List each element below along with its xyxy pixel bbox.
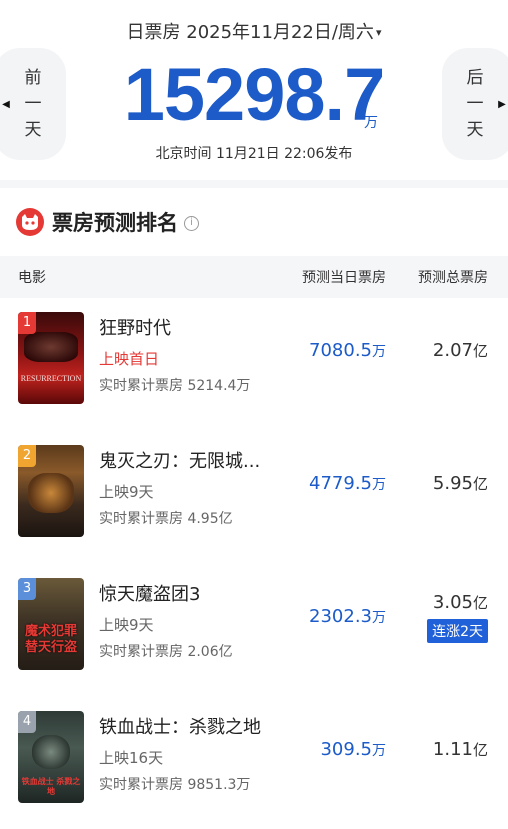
today-forecast: 309.5万: [320, 739, 386, 760]
date-selector[interactable]: 日票房 2025年11月22日/周六 ▾: [0, 18, 508, 44]
cumulative-box-office: 实时累计票房 9851.3万: [99, 777, 251, 793]
date-label: 日票房 2025年11月22日/周六: [126, 22, 374, 43]
movie-title: 狂野时代: [99, 318, 171, 339]
poster-text: 铁血战士 杀戮之地: [21, 777, 81, 796]
publish-time: 北京时间 11月21日 22:06发布: [155, 146, 353, 162]
maoyan-cat-logo-icon: [16, 208, 44, 236]
release-status: 上映9天: [99, 483, 154, 501]
rank-badge: 1: [18, 312, 36, 334]
movie-poster[interactable]: 2: [18, 445, 84, 537]
today-forecast: 4779.5万: [309, 473, 386, 494]
total-unit: 亿: [472, 475, 488, 493]
total-forecast: 1.11亿: [433, 739, 488, 760]
total-value: 1.11: [432, 739, 473, 760]
section-header: 票房预测排名 i: [0, 188, 508, 256]
rank-badge: 2: [18, 445, 36, 467]
info-icon[interactable]: i: [184, 216, 199, 231]
total-box-office: 15298.7: [123, 53, 386, 136]
box-office-page: 日票房 2025年11月22日/周六 ▾ ◀ 前一天 15298.7 万 北京时间…: [0, 0, 508, 829]
movie-title: 惊天魔盗团3: [99, 584, 201, 605]
rank-badge: 3: [18, 578, 36, 600]
today-unit: 万: [372, 477, 386, 493]
today-unit: 万: [372, 743, 386, 759]
total-value: 3.05: [432, 592, 473, 613]
movie-row[interactable]: 魔术犯罪 替天行盗 3 惊天魔盗团3 上映9天 实时累计票房 2.06亿 230…: [0, 564, 508, 697]
release-status: 上映16天: [99, 749, 164, 767]
release-status: 上映首日: [99, 350, 160, 368]
trend-badge: 连涨2天: [427, 619, 488, 643]
daily-summary: 日票房 2025年11月22日/周六 ▾ ◀ 前一天 15298.7 万 北京时间…: [0, 0, 508, 180]
next-day-button[interactable]: 后一天 ▶: [442, 48, 508, 160]
release-status: 上映9天: [99, 616, 154, 634]
movie-poster[interactable]: RESURRECTION 1: [18, 312, 84, 404]
today-value: 7080.5: [309, 340, 372, 361]
total-forecast: 2.07亿: [433, 340, 488, 361]
movie-poster[interactable]: 铁血战士 杀戮之地 4: [18, 711, 84, 803]
column-total-forecast: 预测总票房: [418, 270, 488, 286]
next-day-label: 后一天: [466, 68, 484, 140]
movie-row[interactable]: 2 鬼灭之刃：无限城... 上映9天 实时累计票房 4.95亿 4779.5万 …: [0, 431, 508, 564]
total-unit: 亿: [472, 741, 488, 759]
total-unit: 亿: [472, 594, 488, 612]
today-forecast: 2302.3万: [309, 606, 386, 627]
today-value: 2302.3: [309, 606, 372, 627]
today-unit: 万: [372, 610, 386, 626]
today-value: 4779.5: [309, 473, 372, 494]
movie-title: 鬼灭之刃：无限城...: [99, 451, 261, 472]
today-unit: 万: [372, 344, 386, 360]
total-forecast: 3.05亿: [433, 592, 488, 613]
column-today-forecast: 预测当日票房: [302, 270, 386, 286]
movie-poster[interactable]: 魔术犯罪 替天行盗 3: [18, 578, 84, 670]
today-value: 309.5: [320, 739, 372, 760]
section-divider: [0, 180, 508, 188]
cumulative-box-office: 实时累计票房 4.95亿: [99, 511, 233, 527]
total-unit: 亿: [472, 342, 488, 360]
poster-text: RESURRECTION: [20, 374, 82, 383]
cumulative-box-office: 实时累计票房 2.06亿: [99, 644, 233, 660]
triangle-right-icon: ▶: [498, 98, 506, 110]
total-value: 2.07: [432, 340, 473, 361]
chevron-down-icon: ▾: [375, 26, 382, 39]
cumulative-box-office: 实时累计票房 5214.4万: [99, 378, 251, 394]
movie-title: 铁血战士：杀戮之地: [99, 717, 261, 738]
poster-text: [66, 451, 78, 531]
movie-row[interactable]: RESURRECTION 1 狂野时代 上映首日 实时累计票房 5214.4万 …: [0, 298, 508, 431]
today-forecast: 7080.5万: [309, 340, 386, 361]
column-header: 电影 预测当日票房 预测总票房: [0, 256, 508, 298]
total-value: 5.95: [432, 473, 473, 494]
column-movie: 电影: [18, 270, 46, 286]
section-title: 票房预测排名: [52, 211, 178, 235]
total-unit: 万: [364, 115, 378, 131]
rank-badge: 4: [18, 711, 36, 733]
movie-row[interactable]: 铁血战士 杀戮之地 4 铁血战士：杀戮之地 上映16天 实时累计票房 9851.…: [0, 697, 508, 829]
total-forecast: 5.95亿: [433, 473, 488, 494]
poster-text: 魔术犯罪 替天行盗: [24, 624, 77, 655]
